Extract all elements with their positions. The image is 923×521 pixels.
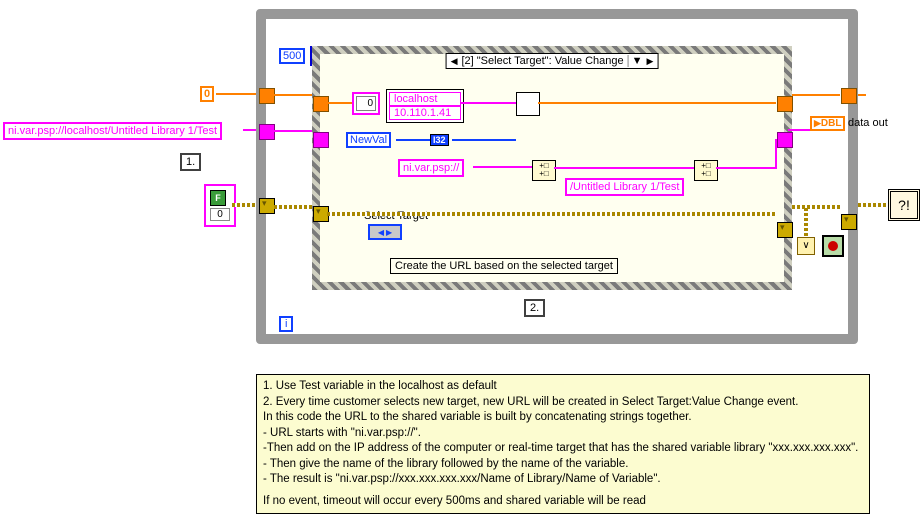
iteration-terminal: i	[279, 316, 293, 332]
targets-index-field[interactable]	[356, 96, 376, 111]
tunnel-pink-in	[259, 124, 275, 140]
wire-pink-arr	[460, 102, 518, 104]
index-array-node	[516, 92, 540, 116]
event-tunnel-orange-in	[313, 96, 329, 112]
string-constant-protocol[interactable]: ni.var.psp://	[398, 159, 464, 177]
tunnel-orange-in	[259, 88, 275, 104]
concat-strings-2: +□+□	[694, 160, 718, 181]
callout-2: 2.	[524, 299, 545, 317]
wire-error-to-or	[804, 208, 808, 236]
wire-error-cross	[327, 212, 776, 216]
loop-stop-terminal[interactable]	[822, 235, 844, 257]
notes-line-5: -Then add on the IP address of the compu…	[263, 441, 863, 457]
while-loop: 500 ⌛ i ◀ [2] "Select Target": Value Cha…	[256, 9, 858, 344]
target-item-1: 10.110.1.41	[389, 106, 461, 120]
wire-orange-while	[274, 94, 312, 96]
i32-coercion: I32	[430, 134, 449, 146]
notes-line-4: - URL starts with "ni.var.psp://".	[263, 426, 863, 442]
notes-line-6: - Then give the name of the library foll…	[263, 457, 863, 473]
shift-register-right	[841, 214, 857, 230]
event-tunnel-pink-out	[777, 132, 793, 148]
notes-line-8: If no event, timeout will occur every 50…	[263, 494, 863, 510]
notes-line-1: 1. Use Test variable in the localhost as…	[263, 379, 863, 395]
notes-line-3: In this code the URL to the shared varia…	[263, 410, 863, 426]
wire-orange-while-out	[792, 94, 840, 96]
notes-line-2: 2. Every time customer selects new targe…	[263, 395, 863, 411]
notes-block: 1. Use Test variable in the localhost as…	[256, 374, 870, 514]
wire-pink-while	[274, 130, 312, 132]
targets-array-index[interactable]	[352, 92, 380, 115]
numeric-constant-zero: 0	[200, 86, 214, 102]
chevron-right-icon[interactable]: ▶	[647, 56, 654, 67]
dbl-indicator-type: DBL	[821, 118, 842, 129]
chevron-left-icon[interactable]: ◀	[451, 56, 458, 67]
boolean-false-icon: F	[210, 190, 226, 206]
target-item-0: localhost	[389, 92, 461, 106]
wire-error-to-ind	[858, 203, 890, 207]
event-tunnel-error-out	[777, 222, 793, 238]
event-case-label: [2] "Select Target": Value Change	[461, 55, 623, 67]
wire-pink-up	[775, 139, 777, 169]
select-target-control[interactable]: ◀ ▶	[368, 224, 402, 240]
diagram-comment: Create the URL based on the selected tar…	[390, 258, 618, 274]
notes-line-7: - The result is "ni.var.psp://xxx.xxx.xx…	[263, 472, 863, 488]
event-structure: ◀ [2] "Select Target": Value Change ▼ ▶	[312, 46, 792, 290]
targets-array-constant[interactable]: localhost 10.110.1.41	[386, 89, 464, 123]
string-constant-path[interactable]: /Untitled Library 1/Test	[565, 178, 684, 196]
event-data-newval: NewVal	[346, 132, 391, 148]
or-node: ∨	[797, 237, 815, 255]
event-tunnel-orange-out	[777, 96, 793, 112]
data-out-label: data out	[848, 117, 888, 129]
error-code-zero: 0	[210, 208, 230, 221]
wire-orange-in	[327, 102, 352, 104]
concat-strings-1: +□+□	[532, 160, 556, 181]
wire-error-while-out	[792, 205, 840, 209]
dropdown-icon[interactable]: ▼	[628, 55, 643, 67]
wire-blue-2	[452, 139, 516, 141]
tunnel-orange-out	[841, 88, 857, 104]
wire-error-while	[274, 205, 312, 209]
wire-pink-proto	[473, 166, 533, 168]
wire-error	[232, 203, 259, 207]
wire-orange-to-indicator	[858, 94, 866, 96]
string-constant-url[interactable]: ni.var.psp://localhost/Untitled Library …	[3, 122, 222, 140]
callout-1: 1.	[180, 153, 201, 171]
error-indicator: ?!	[888, 189, 920, 221]
timeout-constant[interactable]: 500	[279, 48, 305, 64]
wire-pink-out	[716, 167, 776, 169]
wire-pink-mid	[554, 167, 694, 169]
event-case-selector[interactable]: ◀ [2] "Select Target": Value Change ▼ ▶	[446, 53, 659, 69]
wire-orange	[216, 93, 256, 95]
shift-register-left	[259, 198, 275, 214]
wire-orange-cross	[538, 102, 776, 104]
dbl-indicator: ▶ DBL	[810, 116, 845, 131]
event-tunnel-pink-in	[313, 132, 329, 148]
wire-blue	[396, 139, 430, 141]
